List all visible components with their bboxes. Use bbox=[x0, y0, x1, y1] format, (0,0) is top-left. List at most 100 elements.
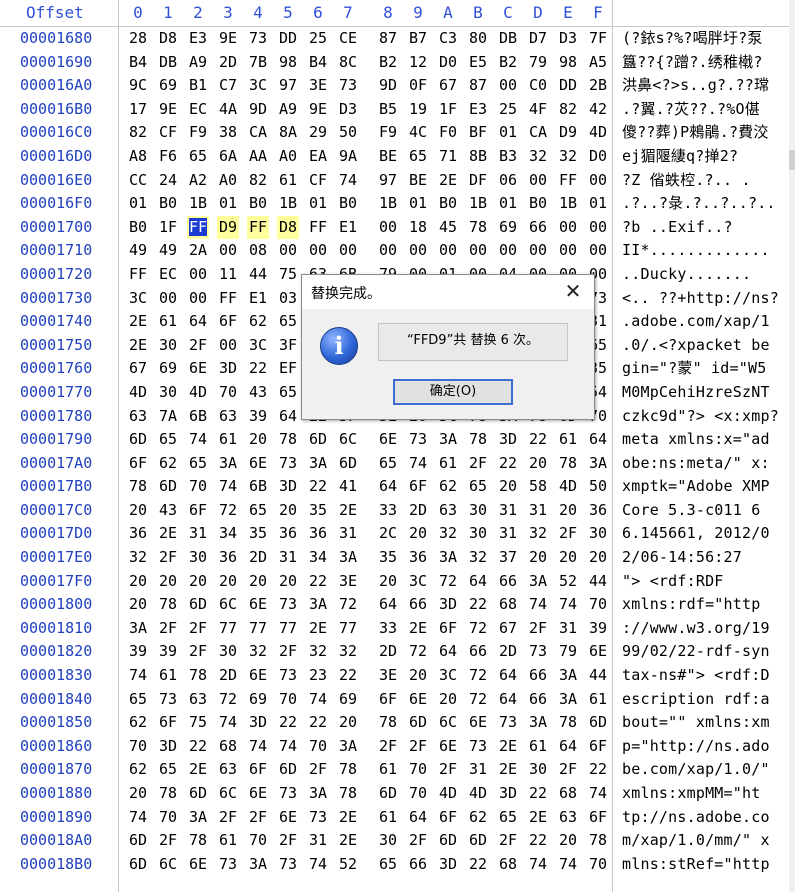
hex-byte[interactable]: 70 bbox=[127, 735, 149, 759]
hex-byte[interactable]: 44 bbox=[587, 664, 609, 688]
hex-byte[interactable]: B7 bbox=[407, 27, 429, 51]
hex-byte[interactable]: 11 bbox=[217, 263, 239, 287]
hex-byte[interactable]: 20 bbox=[437, 688, 459, 712]
hex-byte[interactable]: DF bbox=[467, 169, 489, 193]
hex-byte[interactable]: 6D bbox=[127, 829, 149, 853]
hex-byte[interactable]: 77 bbox=[247, 617, 269, 641]
ascii-text[interactable]: Core 5.3-c011 6 bbox=[622, 499, 760, 523]
hex-row[interactable]: 000016A0 9C 69 B1 C7 3C 97 3E 73 9D 0F 67 87 00 C0 DD 2B… bbox=[0, 74, 795, 98]
hex-byte[interactable]: 97 bbox=[377, 169, 399, 193]
ascii-text[interactable]: xmlns:rdf="http bbox=[622, 593, 760, 617]
hex-byte[interactable]: 3C bbox=[247, 334, 269, 358]
hex-byte[interactable]: 36 bbox=[307, 522, 329, 546]
hex-byte[interactable]: 6D bbox=[127, 428, 149, 452]
hex-byte[interactable]: 65 bbox=[157, 758, 179, 782]
hex-byte[interactable]: 00 bbox=[157, 287, 179, 311]
hex-byte[interactable]: 64 bbox=[377, 475, 399, 499]
hex-byte[interactable]: 6D bbox=[277, 758, 299, 782]
hex-byte[interactable]: E1 bbox=[247, 287, 269, 311]
ascii-text[interactable]: ?Z 偗蛈椌.?.. . bbox=[622, 169, 751, 193]
ascii-text[interactable]: bout="" xmlns:xm bbox=[622, 711, 770, 735]
ascii-text[interactable]: xmptk="Adobe XMP bbox=[622, 475, 770, 499]
hex-byte[interactable]: 6D bbox=[377, 782, 399, 806]
hex-row[interactable]: 00001690 B4 DB A9 2D 7B 98 B4 8C B2 12 D0 E5 B2 79 98 A5… bbox=[0, 51, 795, 75]
hex-byte[interactable]: 2D bbox=[217, 664, 239, 688]
hex-byte[interactable]: 62 bbox=[467, 806, 489, 830]
hex-byte[interactable]: 20 bbox=[187, 570, 209, 594]
hex-byte[interactable]: 42 bbox=[587, 98, 609, 122]
hex-byte[interactable]: 2E bbox=[497, 758, 519, 782]
hex-byte[interactable]: 66 bbox=[527, 688, 549, 712]
hex-byte[interactable]: 01 bbox=[307, 192, 329, 216]
hex-byte[interactable]: 3C bbox=[407, 570, 429, 594]
hex-byte[interactable]: 7F bbox=[587, 27, 609, 51]
hex-byte[interactable]: 9A bbox=[337, 145, 359, 169]
hex-byte[interactable]: F9 bbox=[377, 121, 399, 145]
hex-byte[interactable]: 2F bbox=[497, 829, 519, 853]
hex-byte[interactable]: 2E bbox=[127, 310, 149, 334]
hex-byte[interactable]: 00 bbox=[337, 239, 359, 263]
hex-byte[interactable]: 6E bbox=[467, 711, 489, 735]
hex-byte[interactable]: 20 bbox=[277, 570, 299, 594]
hex-byte[interactable]: 20 bbox=[247, 570, 269, 594]
hex-byte[interactable]: 72 bbox=[437, 570, 459, 594]
hex-byte[interactable]: 2D bbox=[497, 640, 519, 664]
hex-byte[interactable]: 6F bbox=[437, 806, 459, 830]
hex-byte[interactable]: 3E bbox=[337, 570, 359, 594]
hex-byte[interactable]: D3 bbox=[557, 27, 579, 51]
hex-byte[interactable]: 9D bbox=[247, 98, 269, 122]
hex-byte[interactable]: 2A bbox=[187, 239, 209, 263]
hex-byte[interactable]: 22 bbox=[247, 357, 269, 381]
hex-byte[interactable]: 00 bbox=[587, 216, 609, 240]
hex-byte[interactable]: 65 bbox=[467, 475, 489, 499]
hex-byte[interactable]: 0F bbox=[407, 74, 429, 98]
hex-byte[interactable]: 22 bbox=[307, 475, 329, 499]
hex-byte[interactable]: 36 bbox=[127, 522, 149, 546]
hex-byte[interactable]: 20 bbox=[247, 428, 269, 452]
hex-byte[interactable]: 66 bbox=[527, 216, 549, 240]
hex-byte[interactable]: 87 bbox=[467, 74, 489, 98]
hex-byte[interactable]: 66 bbox=[467, 640, 489, 664]
ascii-text[interactable]: meta xmlns:x="ad bbox=[622, 428, 770, 452]
hex-byte[interactable]: 31 bbox=[527, 499, 549, 523]
hex-row[interactable]: 000016C0 82 CF F9 38 CA 8A 29 50 F9 4C F0 BF 01 CA D9 4D… bbox=[0, 121, 795, 145]
hex-byte[interactable]: 20 bbox=[377, 570, 399, 594]
hex-byte[interactable]: 31 bbox=[307, 829, 329, 853]
hex-byte[interactable]: 8B bbox=[467, 145, 489, 169]
hex-byte[interactable]: 35 bbox=[307, 499, 329, 523]
hex-row[interactable]: 00001700 B0 1F FF D9 FF D8 FF E1 00 18 45 78 69 66 00 00… bbox=[0, 215, 795, 240]
ascii-text[interactable]: obe:ns:meta/" x: bbox=[622, 452, 770, 476]
hex-byte[interactable]: 23 bbox=[307, 664, 329, 688]
hex-byte[interactable]: 78 bbox=[187, 664, 209, 688]
hex-byte[interactable]: 20 bbox=[157, 570, 179, 594]
ascii-text[interactable]: .adobe.com/xap/1 bbox=[622, 310, 770, 334]
hex-byte[interactable]: 3A bbox=[307, 782, 329, 806]
hex-byte[interactable]: 72 bbox=[337, 593, 359, 617]
hex-byte[interactable]: 3D bbox=[437, 593, 459, 617]
hex-byte[interactable]: 39 bbox=[587, 617, 609, 641]
hex-byte[interactable]: A0 bbox=[217, 169, 239, 193]
hex-byte[interactable]: 73 bbox=[407, 428, 429, 452]
hex-byte[interactable]: 73 bbox=[277, 782, 299, 806]
hex-byte[interactable]: 9E bbox=[157, 98, 179, 122]
hex-byte[interactable]: 61 bbox=[217, 428, 239, 452]
hex-byte[interactable]: 1F bbox=[157, 216, 179, 240]
hex-byte[interactable]: 70 bbox=[277, 688, 299, 712]
hex-byte[interactable]: 41 bbox=[337, 475, 359, 499]
hex-byte[interactable]: 72 bbox=[217, 688, 239, 712]
hex-byte[interactable]: 6F bbox=[127, 452, 149, 476]
hex-byte[interactable]: 78 bbox=[157, 593, 179, 617]
ascii-text[interactable]: escription rdf:a bbox=[622, 688, 770, 712]
hex-byte[interactable]: 97 bbox=[277, 74, 299, 98]
hex-byte[interactable]: 2F bbox=[217, 806, 239, 830]
hex-byte[interactable]: CF bbox=[157, 121, 179, 145]
hex-byte[interactable]: B0 bbox=[157, 192, 179, 216]
ascii-text[interactable]: .?..?彔.?..?..?.. bbox=[622, 192, 776, 216]
hex-byte[interactable]: 87 bbox=[377, 27, 399, 51]
hex-byte[interactable]: 32 bbox=[127, 546, 149, 570]
hex-byte[interactable]: 3D bbox=[497, 782, 519, 806]
hex-byte[interactable]: 3A bbox=[337, 735, 359, 759]
ascii-text[interactable]: 傻??葬)P鶆鵑.?費洨 bbox=[622, 121, 769, 145]
hex-row[interactable]: 00001880 20 78 6D 6C 6E 73 3A 78 6D 70 4D 4D 3D 22 68 74… bbox=[0, 782, 795, 806]
hex-byte[interactable]: 00 bbox=[557, 216, 579, 240]
